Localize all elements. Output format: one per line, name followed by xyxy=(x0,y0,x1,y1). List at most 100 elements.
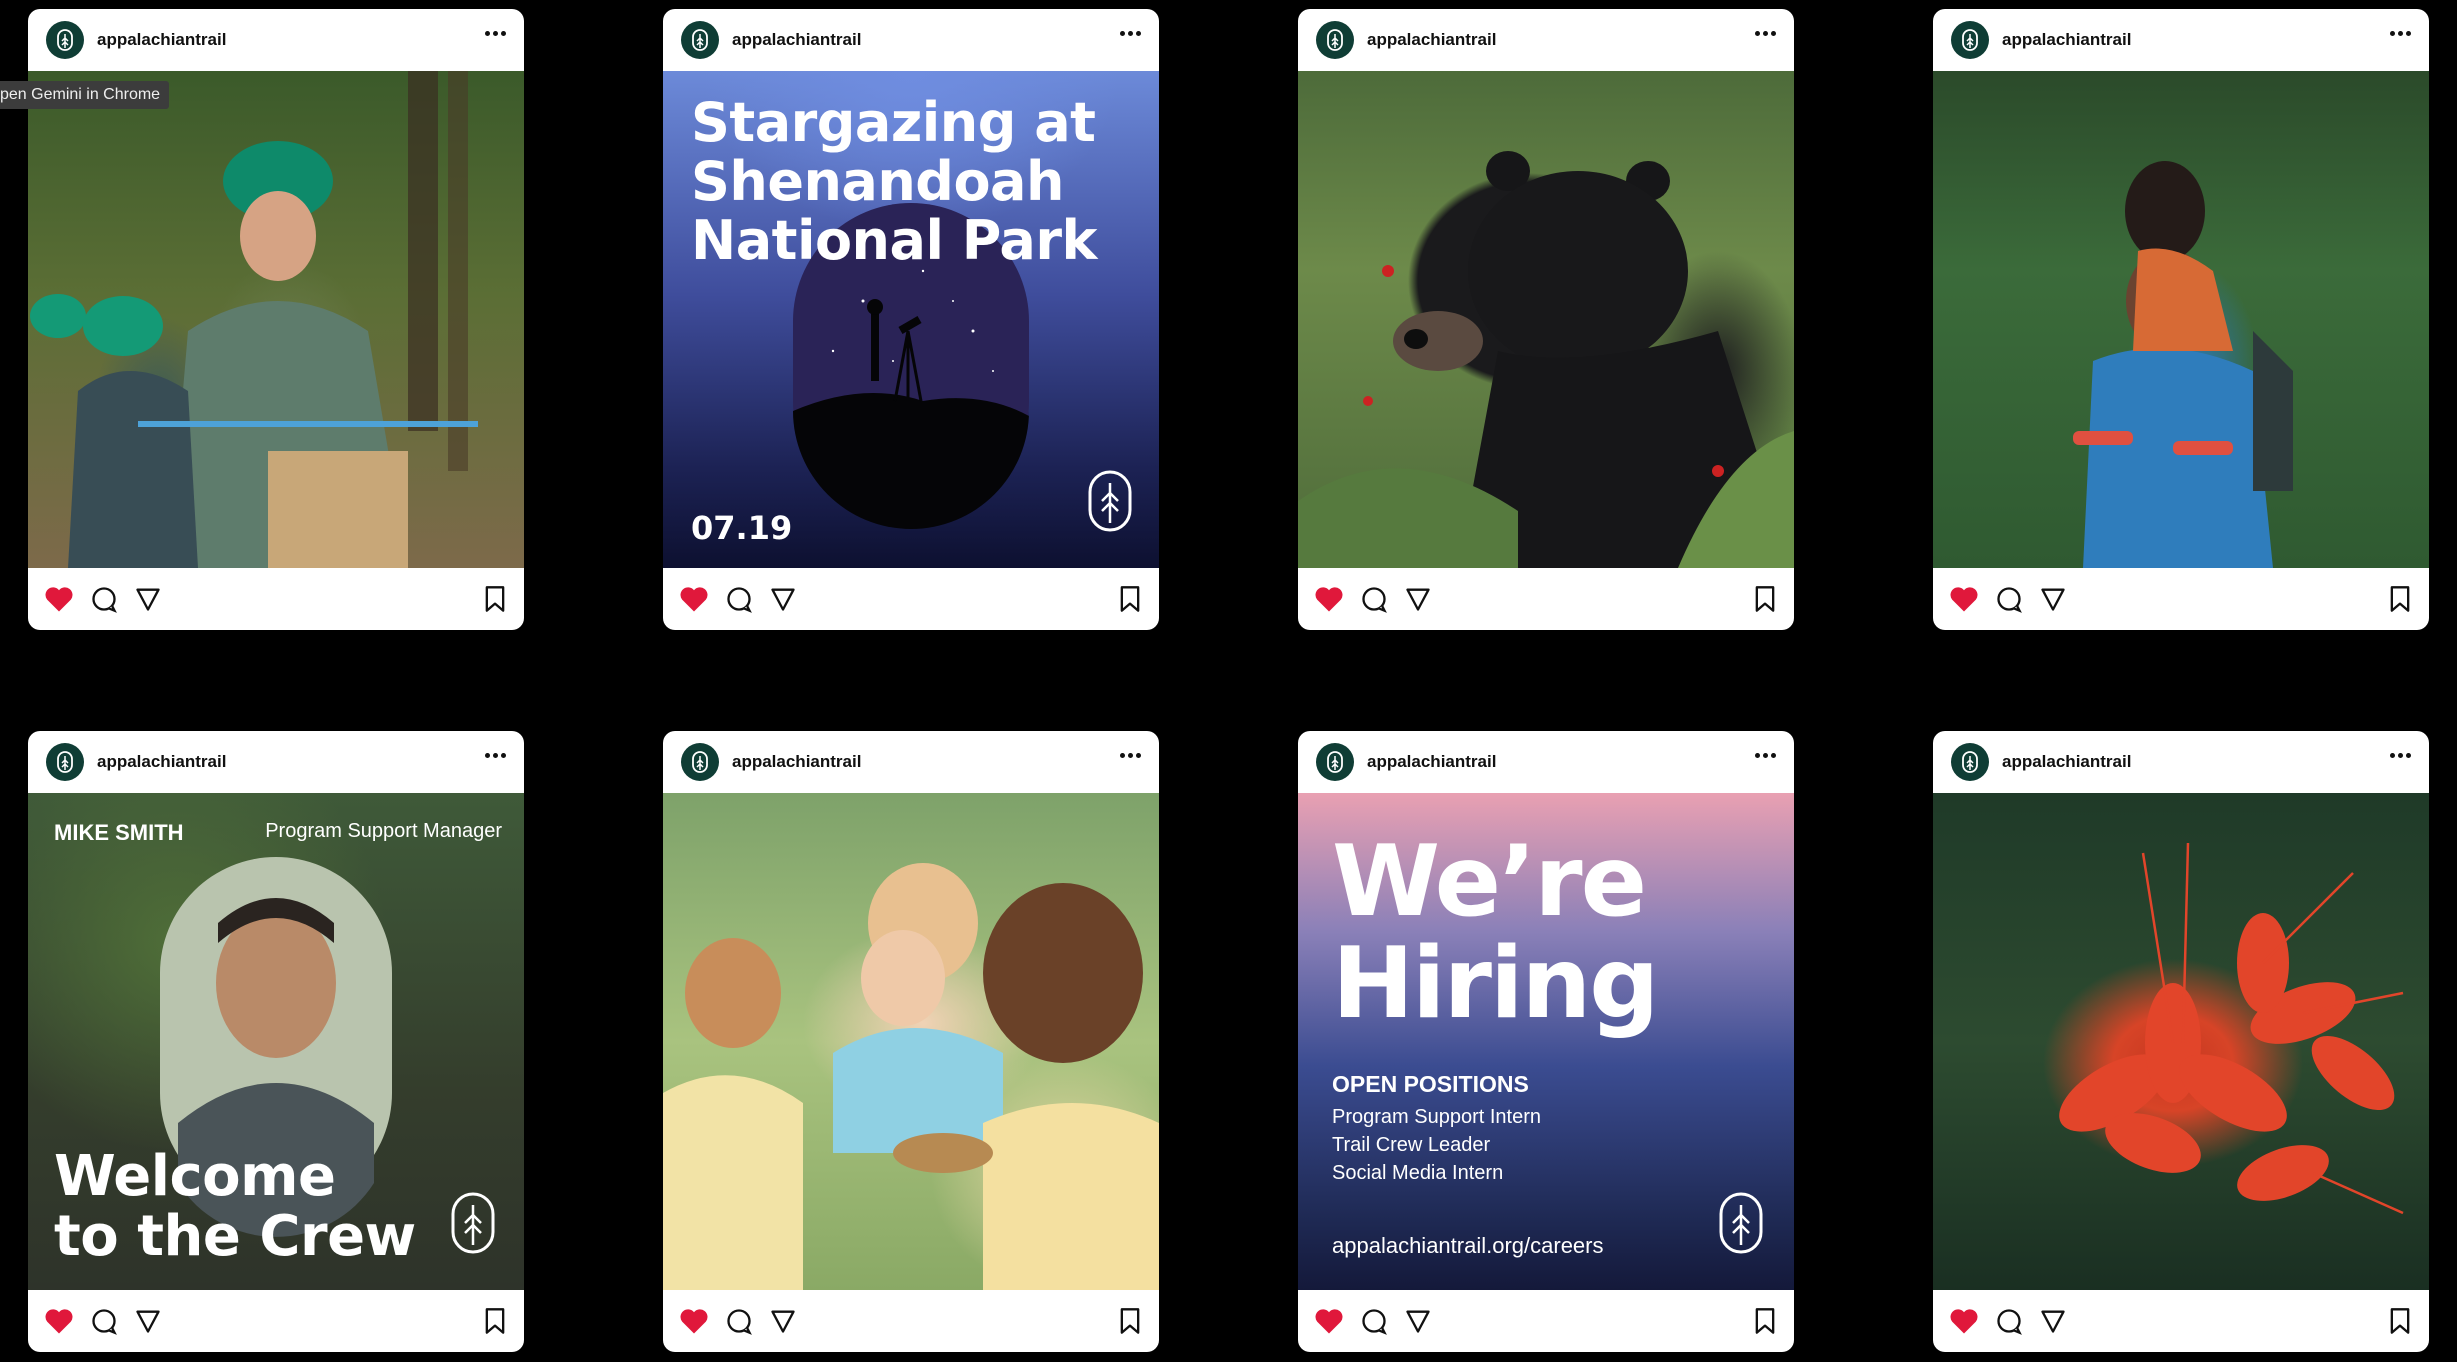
comment-icon[interactable] xyxy=(1995,1307,2023,1335)
bookmark-icon[interactable] xyxy=(1117,1307,1143,1335)
avatar[interactable] xyxy=(1316,743,1354,781)
more-icon[interactable] xyxy=(2390,753,2411,758)
bookmark-icon[interactable] xyxy=(1752,585,1778,613)
heart-icon[interactable] xyxy=(44,1307,74,1335)
list-item: Trail Crew Leader xyxy=(1332,1134,1491,1156)
post-photo[interactable] xyxy=(28,71,524,568)
post-header: appalachiantrail xyxy=(28,731,524,793)
bookmark-icon[interactable] xyxy=(482,585,508,613)
username[interactable]: appalachiantrail xyxy=(1367,30,1496,50)
comment-icon[interactable] xyxy=(1360,585,1388,613)
post-header: appalachiantrail xyxy=(28,9,524,71)
heart-icon[interactable] xyxy=(679,585,709,613)
share-icon[interactable] xyxy=(1404,1307,1432,1335)
post-header: appalachiantrail xyxy=(1933,9,2429,71)
post-card: appalachiantrail Stargazing at Shenandoa… xyxy=(663,9,1159,630)
avatar[interactable] xyxy=(46,21,84,59)
bookmark-icon[interactable] xyxy=(1752,1307,1778,1335)
post-card: appalachiantrail xyxy=(663,731,1159,1352)
heart-icon[interactable] xyxy=(1949,585,1979,613)
more-icon[interactable] xyxy=(1755,31,1776,36)
heart-icon[interactable] xyxy=(1314,1307,1344,1335)
share-icon[interactable] xyxy=(134,585,162,613)
post-actions xyxy=(663,568,1159,630)
share-icon[interactable] xyxy=(769,1307,797,1335)
trail-logo-icon xyxy=(692,29,708,51)
post-title: We’re Hiring xyxy=(1332,825,1659,1041)
post-title: Stargazing at Shenandoah National Park xyxy=(691,91,1097,272)
more-icon[interactable] xyxy=(2390,31,2411,36)
post-actions xyxy=(1298,1290,1794,1352)
share-icon[interactable] xyxy=(134,1307,162,1335)
more-icon[interactable] xyxy=(485,31,506,36)
post-card: appalachiantrail We’re Hiring OPEN POSIT… xyxy=(1298,731,1794,1352)
post-graphic[interactable]: Stargazing at Shenandoah National Park 0… xyxy=(663,71,1159,568)
bookmark-icon[interactable] xyxy=(2387,1307,2413,1335)
list-item: Social Media Intern xyxy=(1332,1162,1504,1184)
bookmark-icon[interactable] xyxy=(482,1307,508,1335)
trail-logo-icon xyxy=(1327,751,1343,773)
share-icon[interactable] xyxy=(769,585,797,613)
heart-icon[interactable] xyxy=(679,1307,709,1335)
heart-icon[interactable] xyxy=(44,585,74,613)
avatar[interactable] xyxy=(1951,21,1989,59)
share-icon[interactable] xyxy=(1404,585,1432,613)
username[interactable]: appalachiantrail xyxy=(732,752,861,772)
trail-logo-icon xyxy=(692,751,708,773)
event-date: 07.19 xyxy=(691,509,793,547)
post-card: appalachiantrail MIKE SMITH Program Supp… xyxy=(28,731,524,1352)
post-photo[interactable] xyxy=(1933,793,2429,1290)
avatar[interactable] xyxy=(681,743,719,781)
more-icon[interactable] xyxy=(1120,753,1141,758)
share-icon[interactable] xyxy=(2039,1307,2067,1335)
more-icon[interactable] xyxy=(1120,31,1141,36)
post-actions xyxy=(1933,568,2429,630)
post-photo[interactable] xyxy=(1933,71,2429,568)
post-header: appalachiantrail xyxy=(663,9,1159,71)
comment-icon[interactable] xyxy=(1995,585,2023,613)
comment-icon[interactable] xyxy=(1360,1307,1388,1335)
avatar[interactable] xyxy=(46,743,84,781)
trail-logo-icon xyxy=(1962,29,1978,51)
heart-icon[interactable] xyxy=(1949,1307,1979,1335)
username[interactable]: appalachiantrail xyxy=(732,30,861,50)
avatar[interactable] xyxy=(1316,21,1354,59)
comment-icon[interactable] xyxy=(90,1307,118,1335)
comment-icon[interactable] xyxy=(725,1307,753,1335)
username[interactable]: appalachiantrail xyxy=(2002,752,2131,772)
more-icon[interactable] xyxy=(485,753,506,758)
positions-list: Program Support Intern Trail Crew Leader… xyxy=(1332,1103,1541,1187)
list-item: Program Support Intern xyxy=(1332,1106,1541,1128)
trail-logo-icon xyxy=(1087,469,1133,538)
trail-logo-icon xyxy=(1962,751,1978,773)
trail-logo-icon xyxy=(1718,1191,1764,1260)
share-icon[interactable] xyxy=(2039,585,2067,613)
comment-icon[interactable] xyxy=(725,585,753,613)
post-photo[interactable] xyxy=(1298,71,1794,568)
post-header: appalachiantrail xyxy=(1298,731,1794,793)
person-role: Program Support Manager xyxy=(265,820,502,842)
bookmark-icon[interactable] xyxy=(1117,585,1143,613)
username[interactable]: appalachiantrail xyxy=(1367,752,1496,772)
post-graphic[interactable]: MIKE SMITH Program Support Manager Welco… xyxy=(28,793,524,1290)
username[interactable]: appalachiantrail xyxy=(2002,30,2131,50)
avatar[interactable] xyxy=(681,21,719,59)
post-actions xyxy=(663,1290,1159,1352)
post-actions xyxy=(28,1290,524,1352)
username[interactable]: appalachiantrail xyxy=(97,30,226,50)
bookmark-icon[interactable] xyxy=(2387,585,2413,613)
trail-logo-icon xyxy=(1327,29,1343,51)
post-header: appalachiantrail xyxy=(1933,731,2429,793)
post-graphic[interactable]: We’re Hiring OPEN POSITIONS Program Supp… xyxy=(1298,793,1794,1290)
comment-icon[interactable] xyxy=(90,585,118,613)
post-photo[interactable] xyxy=(663,793,1159,1290)
person-name: MIKE SMITH xyxy=(54,820,184,845)
positions-heading: OPEN POSITIONS xyxy=(1332,1071,1529,1097)
heart-icon[interactable] xyxy=(1314,585,1344,613)
username[interactable]: appalachiantrail xyxy=(97,752,226,772)
more-icon[interactable] xyxy=(1755,753,1776,758)
post-actions xyxy=(1933,1290,2429,1352)
avatar[interactable] xyxy=(1951,743,1989,781)
post-card: appalachiantrail xyxy=(1298,9,1794,630)
tooltip: pen Gemini in Chrome xyxy=(0,81,170,109)
